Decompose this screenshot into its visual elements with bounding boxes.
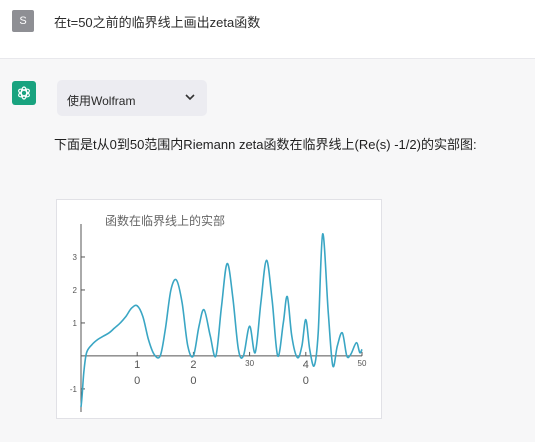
- series-line: [80, 233, 363, 408]
- chevron-down-icon: [185, 94, 195, 101]
- user-avatar: S: [12, 10, 34, 32]
- x-tick-label: 0: [134, 375, 140, 387]
- assistant-message-row: 使用Wolfram 下面是t从0到50范围内Riemann zeta函数在临界线…: [0, 59, 535, 442]
- x-tick-label: 0: [303, 375, 309, 387]
- x-tick-label: 1: [134, 359, 140, 371]
- user-message-text: 在t=50之前的临界线上画出zeta函数: [54, 15, 261, 30]
- wolfram-plugin-dropdown[interactable]: 使用Wolfram: [57, 80, 207, 116]
- y-tick-label: 2: [73, 286, 78, 295]
- zeta-line-chart: -1123102030 4050: [70, 224, 367, 412]
- y-tick-label: -1: [70, 385, 78, 394]
- answer-text: 下面是t从0到50范围内Riemann zeta函数在临界线上(Re(s) -1…: [54, 137, 477, 152]
- x-tick-label: 2: [190, 359, 196, 371]
- x-tick-label: 4: [303, 359, 309, 371]
- x-tick-label: 0: [190, 375, 196, 387]
- x-tick-label: 30: [245, 359, 254, 368]
- x-tick-label: 50: [358, 359, 367, 368]
- y-tick-label: 1: [73, 319, 78, 328]
- user-message-row: S 在t=50之前的临界线上画出zeta函数: [0, 0, 535, 59]
- y-tick-label: 3: [73, 253, 78, 262]
- zeta-plot-figure: 函数在临界线上的实部 -1 1 2 3 1 0 2 0 30 4 0 50: [56, 199, 382, 419]
- chatgpt-logo-icon: [12, 81, 36, 105]
- plugin-label: 使用Wolfram: [67, 94, 136, 108]
